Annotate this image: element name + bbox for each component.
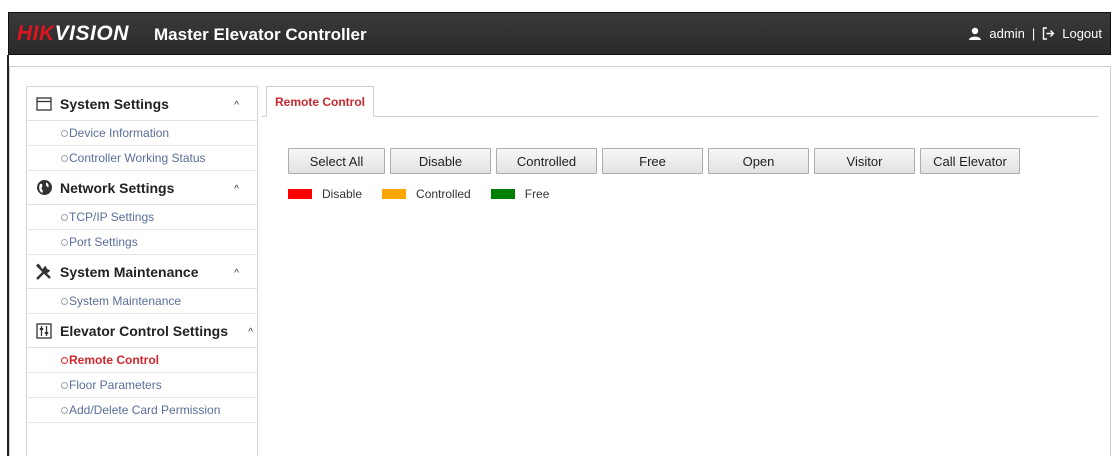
- sidebar-section-network-settings[interactable]: Network Settings ^: [27, 171, 257, 205]
- legend-swatch-controlled: [382, 189, 407, 199]
- header-separator: |: [1031, 26, 1036, 41]
- sidebar-section-elevator-control-settings[interactable]: Elevator Control Settings ^: [27, 314, 257, 348]
- legend-label-free: Free: [524, 187, 550, 201]
- sidebar-section-system-maintenance[interactable]: System Maintenance ^: [27, 255, 257, 289]
- app-title: Master Elevator Controller: [154, 25, 367, 44]
- chevron-up-icon[interactable]: ^: [248, 327, 253, 338]
- logout-link[interactable]: Logout: [1062, 26, 1102, 41]
- window-icon: [35, 95, 53, 113]
- chevron-up-icon[interactable]: ^: [234, 268, 239, 279]
- legend-swatch-disable: [288, 189, 312, 199]
- bullet-icon: [61, 356, 68, 364]
- bullet-icon: [61, 213, 68, 221]
- sidebar-item-add-delete-card-permission[interactable]: Add/Delete Card Permission: [27, 398, 257, 423]
- controlled-button[interactable]: Controlled: [496, 148, 597, 174]
- sidebar-item-system-maintenance[interactable]: System Maintenance: [27, 289, 257, 314]
- sidebar-item-floor-parameters[interactable]: Floor Parameters: [27, 373, 257, 398]
- bullet-icon: [61, 238, 68, 246]
- logo-hik-text: HIK: [17, 22, 55, 45]
- free-button[interactable]: Free: [602, 148, 703, 174]
- legend-label-controlled: Controlled: [416, 187, 471, 201]
- sidebar-item-device-information[interactable]: Device Information: [27, 121, 257, 146]
- hikvision-logo: HIKVISION: [17, 22, 129, 46]
- sidebar-item-label: TCP/IP Settings: [69, 210, 155, 224]
- user-area: admin | Logout: [968, 26, 1102, 41]
- bullet-icon: [61, 381, 68, 389]
- visitor-button[interactable]: Visitor: [814, 148, 915, 174]
- action-button-row: Select All Disable Controlled Free Open …: [288, 148, 1020, 174]
- username[interactable]: admin: [989, 26, 1024, 41]
- sidebar-item-label: System Maintenance: [69, 294, 182, 308]
- sidebar-section-label: System Maintenance: [60, 263, 199, 280]
- sidebar-section-label: Elevator Control Settings: [60, 322, 229, 339]
- tab-remote-control[interactable]: Remote Control: [266, 86, 374, 117]
- chevron-up-icon[interactable]: ^: [234, 184, 239, 195]
- user-icon: [968, 27, 982, 41]
- sidebar-section-system-settings[interactable]: System Settings ^: [27, 87, 257, 121]
- app-header: HIKVISION Master Elevator Controller adm…: [8, 12, 1111, 55]
- bullet-icon: [61, 297, 68, 305]
- legend-swatch-free: [490, 189, 515, 199]
- sidebar-item-tcp-ip-settings[interactable]: TCP/IP Settings: [27, 205, 257, 230]
- call-elevator-button[interactable]: Call Elevator: [920, 148, 1020, 174]
- globe-icon: [35, 179, 53, 197]
- sidebar-item-label: Remote Control: [69, 353, 159, 367]
- sidebar-item-label: Add/Delete Card Permission: [69, 403, 221, 417]
- disable-button[interactable]: Disable: [390, 148, 491, 174]
- sidebar-item-label: Floor Parameters: [69, 378, 162, 392]
- logo-vision-text: VISION: [54, 22, 129, 45]
- sidebar-item-remote-control[interactable]: Remote Control: [27, 348, 257, 373]
- bullet-icon: [61, 129, 68, 137]
- status-legend: Disable Controlled Free: [288, 187, 569, 201]
- select-all-button[interactable]: Select All: [288, 148, 385, 174]
- sidebar-item-port-settings[interactable]: Port Settings: [27, 230, 257, 255]
- chevron-up-icon[interactable]: ^: [234, 100, 239, 111]
- sliders-icon: [35, 322, 53, 340]
- tools-icon: [35, 263, 53, 281]
- sidebar-section-label: System Settings: [60, 95, 169, 112]
- sidebar-item-label: Device Information: [69, 126, 170, 140]
- legend-label-disable: Disable: [322, 187, 363, 201]
- open-button[interactable]: Open: [708, 148, 809, 174]
- sidebar-section-label: Network Settings: [60, 179, 175, 196]
- logout-icon[interactable]: [1042, 27, 1055, 40]
- sidebar-item-label: Controller Working Status: [69, 151, 206, 165]
- bullet-icon: [61, 406, 68, 414]
- sidebar: System Settings ^ Device Information Con…: [26, 86, 258, 456]
- bullet-icon: [61, 154, 68, 162]
- sidebar-item-label: Port Settings: [69, 235, 138, 249]
- sidebar-item-controller-working-status[interactable]: Controller Working Status: [27, 146, 257, 171]
